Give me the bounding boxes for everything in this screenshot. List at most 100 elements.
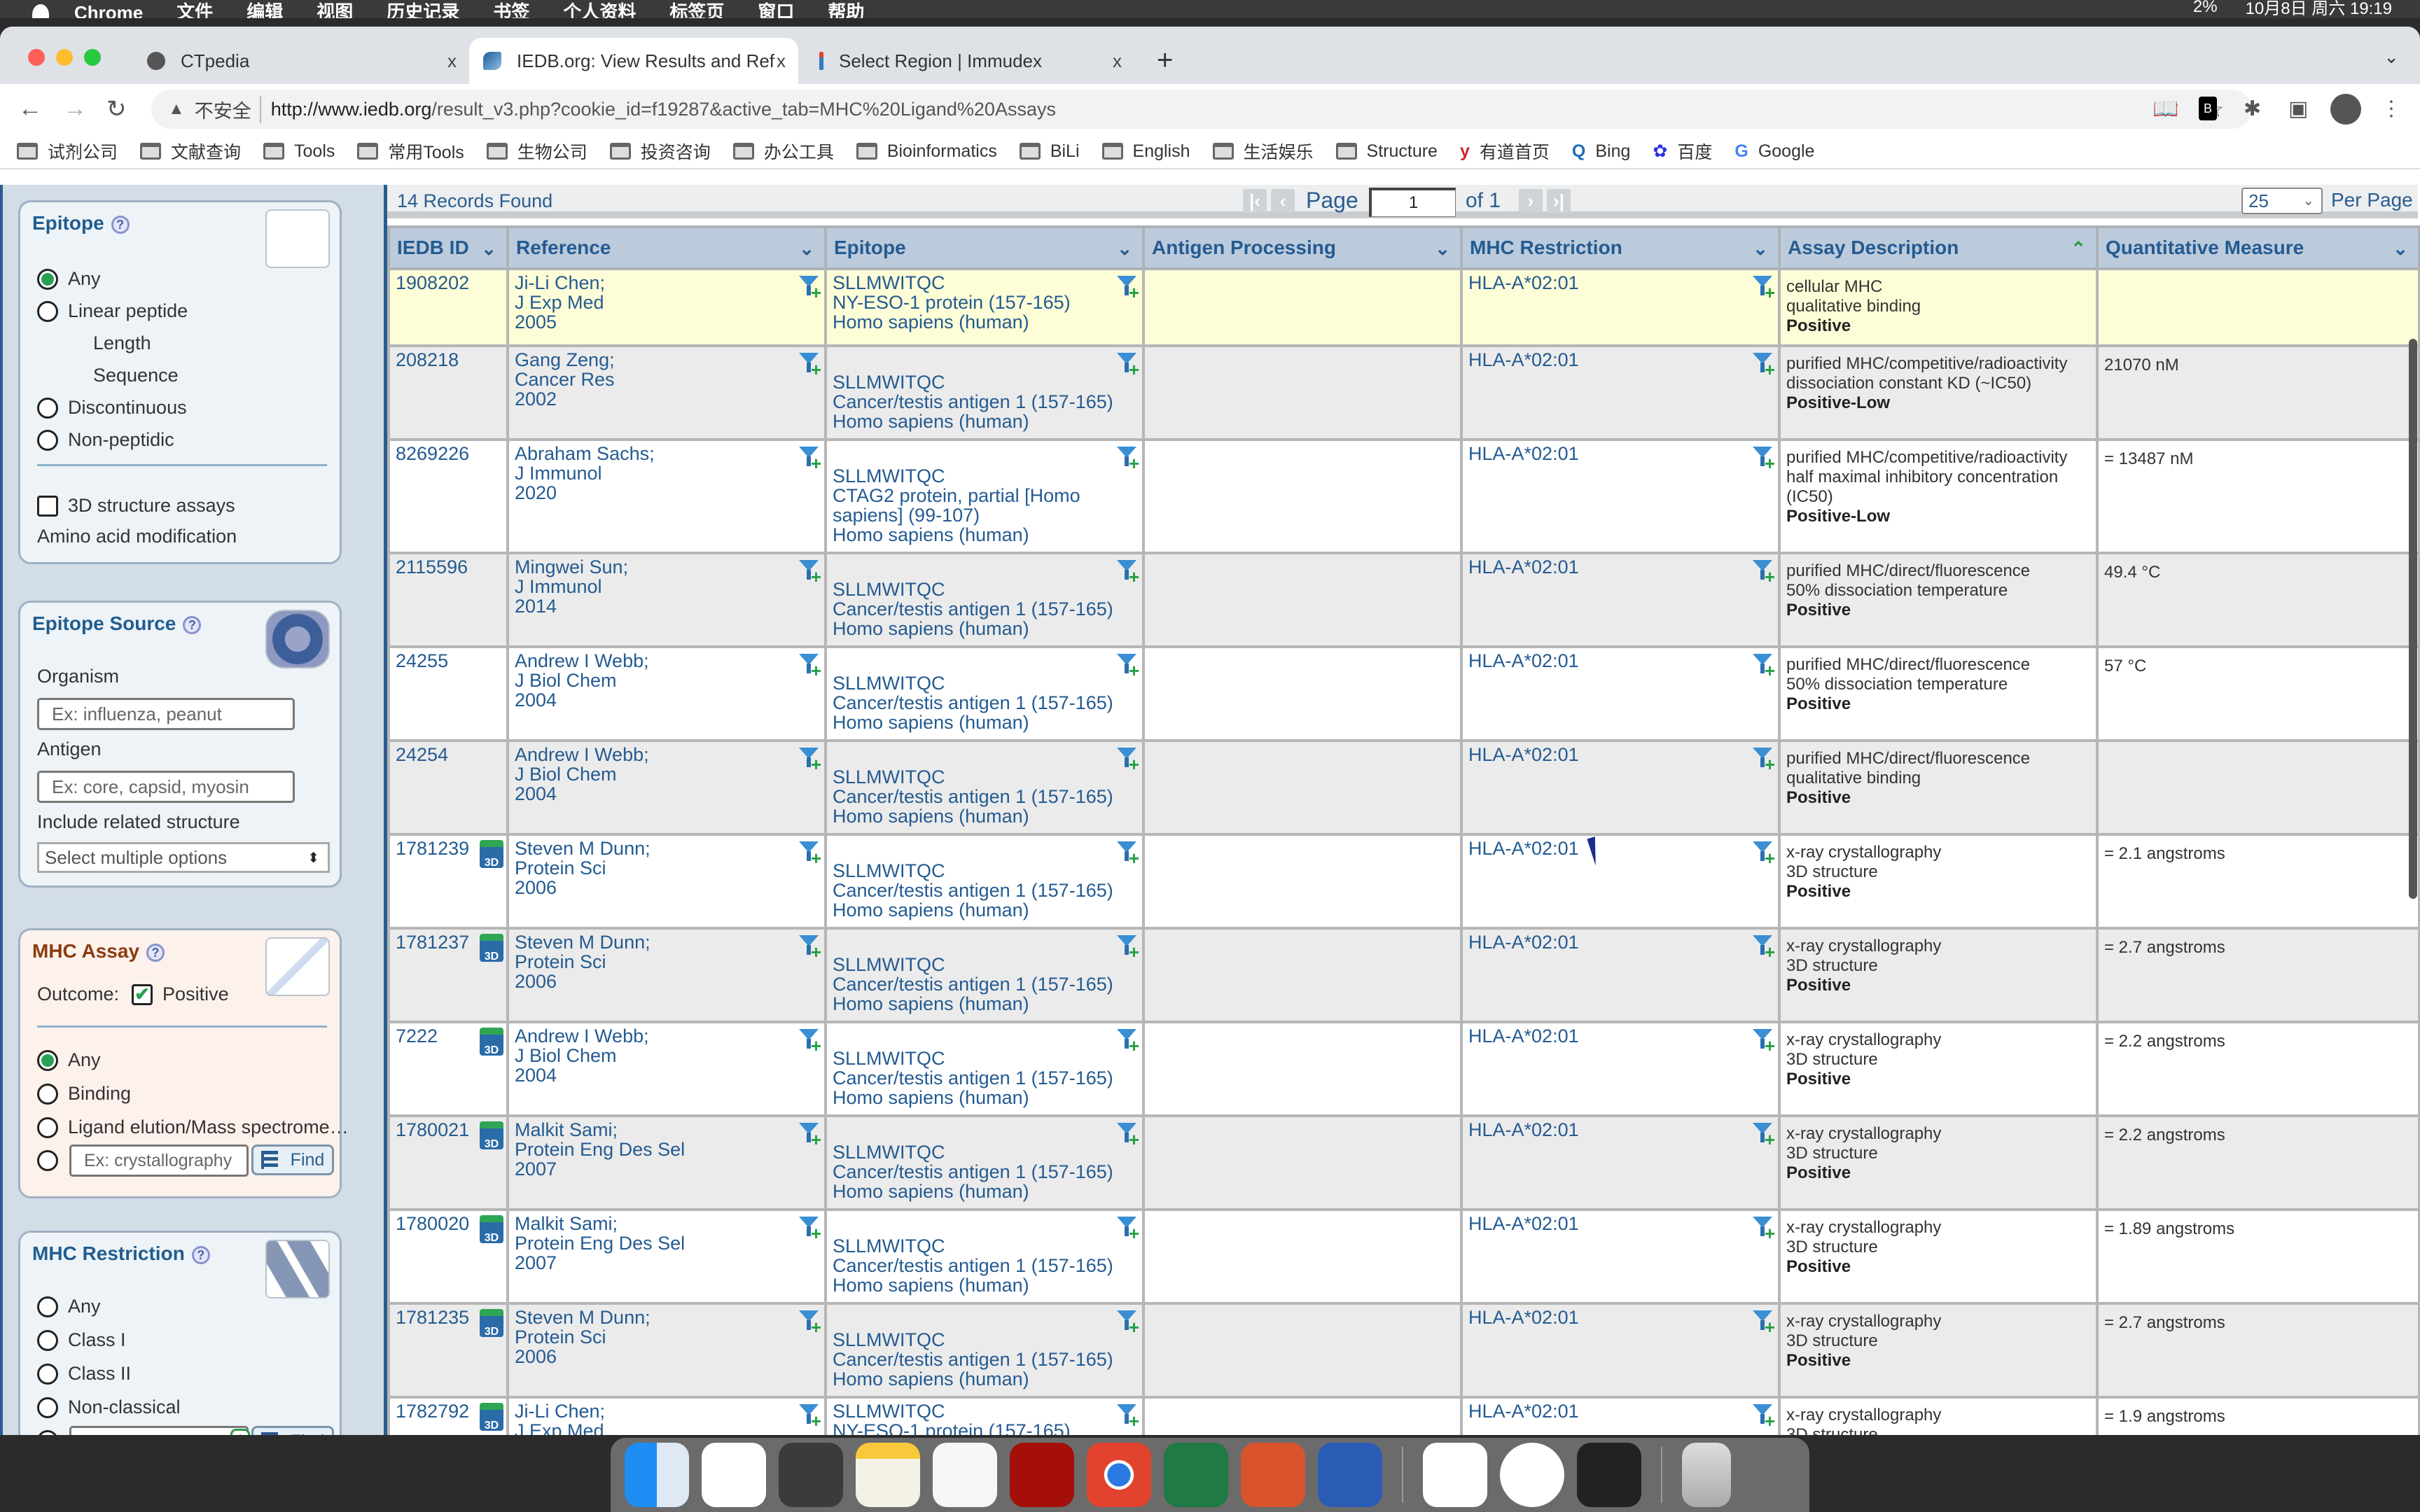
menu-item[interactable]: 编辑 bbox=[246, 0, 283, 18]
radio-button[interactable] bbox=[37, 268, 58, 290]
3d-structure-icon[interactable]: 3D bbox=[480, 1215, 503, 1244]
add-filter-icon[interactable] bbox=[1117, 353, 1139, 379]
add-filter-icon[interactable] bbox=[1753, 560, 1775, 587]
close-window-button[interactable] bbox=[28, 49, 45, 66]
checkbox[interactable] bbox=[37, 495, 58, 517]
sublime-text-icon[interactable] bbox=[779, 1443, 843, 1507]
radio-button[interactable] bbox=[37, 1296, 58, 1317]
add-filter-icon[interactable] bbox=[1753, 654, 1775, 680]
amino-acid-modification-link[interactable]: Amino acid modification bbox=[37, 526, 237, 547]
bookmark-item[interactable]: Structure bbox=[1335, 141, 1438, 162]
mhc-allele-link[interactable]: HLA-A*02:01 bbox=[1468, 556, 1579, 578]
3d-structure-icon[interactable]: 3D bbox=[480, 1309, 503, 1338]
tab-iedb[interactable]: IEDB.org: View Results and Ref x bbox=[469, 38, 798, 84]
mhc-allele-link[interactable]: HLA-A*02:01 bbox=[1468, 838, 1579, 859]
add-filter-icon[interactable] bbox=[799, 447, 821, 473]
add-filter-icon[interactable] bbox=[1753, 353, 1775, 379]
add-filter-icon[interactable] bbox=[1753, 748, 1775, 774]
acrobat-icon[interactable] bbox=[1010, 1443, 1074, 1507]
3d-structure-icon[interactable]: 3D bbox=[480, 1403, 503, 1432]
radio-button[interactable] bbox=[37, 300, 58, 322]
add-filter-icon[interactable] bbox=[1117, 1123, 1139, 1149]
radio-epitope-nonpeptidic[interactable]: Non-peptidic bbox=[37, 429, 174, 451]
close-tab-icon[interactable]: x bbox=[447, 50, 457, 72]
next-page-button[interactable]: › bbox=[1519, 189, 1543, 213]
iedb-id-link[interactable]: 1782792 bbox=[396, 1401, 469, 1422]
epitope-link[interactable]: SLLMWITQC Cancer/testis antigen 1 (157-16… bbox=[833, 932, 1136, 1014]
add-filter-icon[interactable] bbox=[799, 560, 821, 587]
add-filter-icon[interactable] bbox=[1117, 1217, 1139, 1243]
close-tab-icon[interactable]: x bbox=[777, 50, 786, 72]
sort-desc-icon[interactable]: ⌄ bbox=[1117, 238, 1132, 260]
radio-button[interactable] bbox=[37, 1150, 58, 1171]
profile-avatar[interactable] bbox=[2330, 94, 2361, 125]
reference-link[interactable]: Gang Zeng; Cancer Res 2002 bbox=[515, 350, 819, 409]
radio-restriction-class-i[interactable]: Class I bbox=[37, 1329, 126, 1351]
extensions-puzzle-icon[interactable]: ✱ bbox=[2244, 97, 2261, 121]
bookmark-item[interactable]: 文献查询 bbox=[140, 139, 241, 164]
sort-desc-icon[interactable]: ⌄ bbox=[481, 238, 496, 260]
epitope-link[interactable]: SLLMWITQC Cancer/testis antigen 1 (157-16… bbox=[833, 1308, 1136, 1389]
reference-link[interactable]: Steven M Dunn; Protein Sci 2006 bbox=[515, 839, 819, 897]
address-bar[interactable]: ▲ 不安全 http://www.iedb.org/result_v3.php?… bbox=[151, 90, 2252, 129]
mhc-allele-link[interactable]: HLA-A*02:01 bbox=[1468, 744, 1579, 765]
radio-button[interactable] bbox=[37, 1116, 58, 1138]
iedb-id-link[interactable]: 1780020 bbox=[396, 1213, 469, 1234]
tab-ctpedia[interactable]: CTpedia x bbox=[133, 38, 469, 84]
quicktime-icon[interactable] bbox=[1577, 1443, 1641, 1507]
menu-item[interactable]: 书签 bbox=[493, 0, 529, 18]
menu-item[interactable]: 个人资料 bbox=[563, 0, 636, 18]
back-icon[interactable]: ← bbox=[18, 95, 42, 122]
battery-percent[interactable]: 2% bbox=[2193, 0, 2218, 17]
bookmark-item[interactable]: 常用Tools bbox=[357, 139, 464, 164]
radio-button[interactable] bbox=[37, 429, 58, 451]
assay-find-button[interactable]: Find bbox=[251, 1144, 334, 1175]
iedb-id-link[interactable]: 1781239 bbox=[396, 838, 469, 859]
epitope-link[interactable]: SLLMWITQC CTAG2 protein, partial [Homo sa… bbox=[833, 444, 1136, 545]
restriction-custom-input[interactable]: undefined bbox=[69, 1426, 249, 1435]
add-filter-icon[interactable] bbox=[799, 935, 821, 962]
baidu-netdisk-icon[interactable] bbox=[1423, 1443, 1487, 1507]
reference-link[interactable]: Steven M Dunn; Protein Sci 2006 bbox=[515, 1308, 819, 1366]
restriction-find-button[interactable]: Find bbox=[251, 1426, 334, 1435]
add-filter-icon[interactable] bbox=[1753, 447, 1775, 473]
sort-desc-icon[interactable]: ⌄ bbox=[1435, 238, 1450, 260]
add-filter-icon[interactable] bbox=[1753, 1217, 1775, 1243]
mhc-allele-link[interactable]: HLA-A*02:01 bbox=[1468, 349, 1579, 370]
add-filter-icon[interactable] bbox=[799, 1404, 821, 1431]
bookmark-item[interactable]: y 有道首页 bbox=[1460, 139, 1550, 164]
iedb-id-link[interactable]: 24255 bbox=[396, 650, 448, 671]
chrome-icon[interactable] bbox=[1087, 1443, 1151, 1507]
add-filter-icon[interactable] bbox=[1117, 654, 1139, 680]
excel-icon[interactable] bbox=[1164, 1443, 1228, 1507]
warning-icon[interactable]: ▲ bbox=[168, 99, 185, 119]
col-assay-description[interactable]: Assay Description ⌃ bbox=[1778, 225, 2099, 270]
add-filter-icon[interactable] bbox=[799, 1310, 821, 1337]
reference-link[interactable]: Andrew I Webb; J Biol Chem 2004 bbox=[515, 745, 819, 804]
menu-item[interactable]: 标签页 bbox=[669, 0, 724, 18]
finder-icon[interactable] bbox=[625, 1443, 689, 1507]
assay-custom-input[interactable]: Ex: crystallography bbox=[69, 1144, 249, 1177]
organism-input[interactable]: Ex: influenza, peanut bbox=[37, 698, 295, 730]
tab-search-icon[interactable]: ⌄ bbox=[2384, 46, 2399, 68]
sort-desc-icon[interactable]: ⌄ bbox=[2393, 238, 2408, 260]
minimize-window-button[interactable] bbox=[56, 49, 73, 66]
epitope-link[interactable]: SLLMWITQC Cancer/testis antigen 1 (157-16… bbox=[833, 557, 1136, 638]
trash-icon[interactable] bbox=[1682, 1443, 1731, 1507]
add-filter-icon[interactable] bbox=[1117, 447, 1139, 473]
reference-link[interactable]: Abraham Sachs; J Immunol 2020 bbox=[515, 444, 819, 503]
qoder-icon[interactable] bbox=[702, 1443, 766, 1507]
typora-icon[interactable] bbox=[933, 1443, 997, 1507]
forward-icon[interactable]: → bbox=[63, 95, 87, 122]
reader-extension-icon[interactable]: 📖 bbox=[2153, 97, 2178, 121]
b-extension-icon[interactable]: B bbox=[2199, 97, 2217, 120]
epitope-link[interactable]: SLLMWITQC NY-ESO-1 protein (157-165) Homo … bbox=[833, 273, 1136, 332]
epitope-link[interactable]: SLLMWITQC Cancer/testis antigen 1 (157-16… bbox=[833, 1120, 1136, 1201]
radio-button[interactable] bbox=[37, 1083, 58, 1105]
add-filter-icon[interactable] bbox=[799, 1029, 821, 1056]
3d-structure-icon[interactable]: 3D bbox=[480, 934, 503, 962]
iedb-id-link[interactable]: 8269226 bbox=[396, 443, 469, 464]
bookmark-item[interactable]: ✿ 百度 bbox=[1653, 139, 1712, 164]
reference-link[interactable]: Andrew I Webb; J Biol Chem 2004 bbox=[515, 1026, 819, 1085]
per-page-select[interactable]: 25 ⌄ bbox=[2241, 188, 2323, 214]
